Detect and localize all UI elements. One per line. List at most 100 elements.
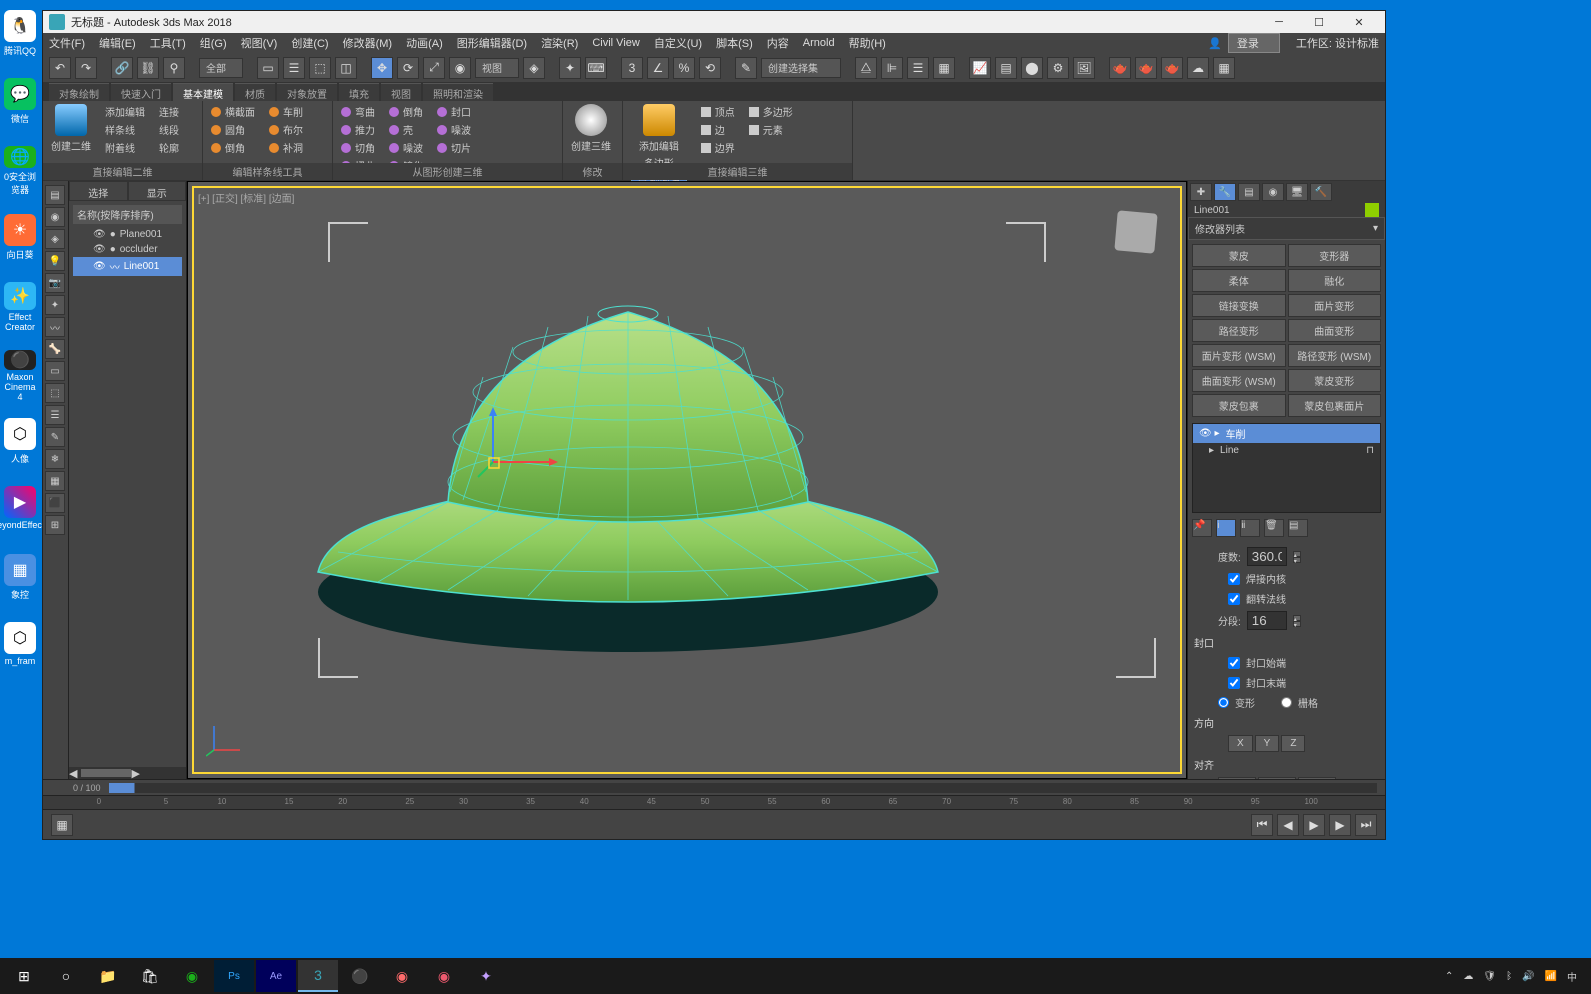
- ribbon-item[interactable]: 元素: [749, 122, 793, 137]
- task-photoshop[interactable]: Ps: [214, 960, 254, 992]
- menu-tools[interactable]: 工具(T): [150, 35, 186, 51]
- spinner-snap-button[interactable]: ⟲: [699, 57, 721, 79]
- ribbon-item[interactable]: 倒角: [389, 104, 423, 119]
- object-color[interactable]: [1365, 203, 1379, 217]
- pin-stack-button[interactable]: 📌: [1192, 519, 1212, 537]
- se-btn-1[interactable]: ▤: [45, 185, 65, 205]
- mod-btn[interactable]: 融化: [1288, 269, 1382, 292]
- tray-cloud-icon[interactable]: ☁: [1463, 971, 1473, 982]
- layers-button[interactable]: ☰: [907, 57, 929, 79]
- scene-header[interactable]: 名称(按降序排序): [73, 205, 182, 224]
- select-button[interactable]: ▭: [257, 57, 279, 79]
- dir-y-button[interactable]: Y: [1255, 735, 1280, 752]
- seg-spinner[interactable]: ▴▾: [1293, 615, 1301, 627]
- scene-tab-display[interactable]: 显示: [128, 181, 187, 201]
- tray-volume-icon[interactable]: 🔊: [1522, 971, 1534, 982]
- modifier-list-dropdown[interactable]: 修改器列表▾: [1188, 217, 1385, 240]
- se-btn-13[interactable]: ❄: [45, 449, 65, 469]
- ribbon-item[interactable]: 弯曲: [341, 104, 375, 119]
- tray-shield-icon[interactable]: 🛡: [1483, 971, 1496, 982]
- scene-item[interactable]: 👁●Plane001: [73, 227, 182, 242]
- desktop-icon-wechat[interactable]: 💬微信: [2, 78, 38, 128]
- task-app2[interactable]: ◉: [424, 960, 464, 992]
- selection-set[interactable]: 创建选择集: [761, 58, 841, 78]
- se-btn-8[interactable]: 🦴: [45, 339, 65, 359]
- schematic-button[interactable]: ▤: [995, 57, 1017, 79]
- mod-btn[interactable]: 路径变形 (WSM): [1288, 344, 1382, 367]
- link-button[interactable]: 🔗: [111, 57, 133, 79]
- task-c4d[interactable]: ⚫: [340, 960, 380, 992]
- task-aftereffects[interactable]: Ae: [256, 960, 296, 992]
- move-gizmo[interactable]: [473, 402, 573, 502]
- dir-x-button[interactable]: X: [1228, 735, 1253, 752]
- workspace-label[interactable]: 工作区: 设计标准: [1296, 35, 1379, 51]
- viewport[interactable]: [+] [正交] [标准] [边面]: [187, 181, 1187, 779]
- create-panel-tab[interactable]: ✚: [1190, 183, 1212, 201]
- ribbon-tab-6[interactable]: 视图: [381, 83, 421, 101]
- cap-end-checkbox[interactable]: [1228, 677, 1240, 689]
- desktop-icon-c4d[interactable]: ⚫Maxon Cinema 4: [2, 350, 38, 400]
- bind-button[interactable]: ⚲: [163, 57, 185, 79]
- se-btn-9[interactable]: ▭: [45, 361, 65, 381]
- render-button[interactable]: 🫖: [1109, 57, 1131, 79]
- ribbon-item[interactable]: 布尔: [269, 122, 303, 137]
- time-ruler[interactable]: 05 1015 2025 3035 4045 5055 6065 7075 80…: [43, 795, 1385, 809]
- weld-checkbox[interactable]: [1228, 573, 1240, 585]
- se-btn-11[interactable]: ☰: [45, 405, 65, 425]
- menu-render[interactable]: 渲染(R): [541, 35, 578, 51]
- menu-help[interactable]: 帮助(H): [849, 35, 886, 51]
- manipulate-button[interactable]: ✦: [559, 57, 581, 79]
- minimize-button[interactable]: ─: [1259, 11, 1299, 33]
- ribbon-tab-1[interactable]: 快速入门: [111, 83, 171, 101]
- se-btn-2[interactable]: ◉: [45, 207, 65, 227]
- ribbon-item[interactable]: 噪波: [389, 140, 423, 155]
- scene-tab-select[interactable]: 选择: [69, 181, 128, 201]
- prev-frame-button[interactable]: ◀: [1277, 814, 1299, 836]
- menu-create[interactable]: 创建(C): [291, 35, 328, 51]
- task-app3[interactable]: ✦: [466, 960, 506, 992]
- viewport-label[interactable]: [+] [正交] [标准] [边面]: [198, 190, 294, 205]
- menu-group[interactable]: 组(G): [200, 35, 227, 51]
- undo-button[interactable]: ↶: [49, 57, 71, 79]
- degree-spinner[interactable]: ▴▾: [1293, 551, 1301, 563]
- goto-end-button[interactable]: ⏭: [1355, 814, 1377, 836]
- ribbon-item[interactable]: 横截面: [211, 104, 255, 119]
- snap-button[interactable]: 3: [621, 57, 643, 79]
- render-iter-button[interactable]: 🫖: [1161, 57, 1183, 79]
- se-btn-14[interactable]: ▦: [45, 471, 65, 491]
- desktop-icon-sunflower[interactable]: ☀向日葵: [2, 214, 38, 264]
- tray-up-icon[interactable]: ⌃: [1445, 971, 1453, 982]
- render-frame-button[interactable]: 🖼: [1073, 57, 1095, 79]
- se-btn-3[interactable]: ◈: [45, 229, 65, 249]
- ribbon-tab-2[interactable]: 基本建模: [173, 83, 233, 101]
- utilities-panel-tab[interactable]: 🔨: [1310, 183, 1332, 201]
- place-button[interactable]: ◉: [449, 57, 471, 79]
- goto-start-button[interactable]: ⏮: [1251, 814, 1273, 836]
- menu-edit[interactable]: 编辑(E): [99, 35, 136, 51]
- selection-filter[interactable]: 全部: [199, 58, 243, 78]
- desktop-icon-beyond[interactable]: ▶BeyondEffects: [2, 486, 38, 536]
- scale-button[interactable]: ⤢: [423, 57, 445, 79]
- ribbon-item[interactable]: 切角: [341, 140, 375, 155]
- dir-z-button[interactable]: Z: [1281, 735, 1305, 752]
- add-edit-poly-button[interactable]: 添加编辑多边形: [631, 104, 687, 170]
- maximize-button[interactable]: ☐: [1299, 11, 1339, 33]
- viewcube[interactable]: [1114, 210, 1157, 253]
- task-app1[interactable]: ◉: [382, 960, 422, 992]
- ribbon-item[interactable]: 边: [701, 122, 735, 137]
- desktop-icon-mfram[interactable]: ⬡m_fram: [2, 622, 38, 672]
- stack-item-lathe[interactable]: 👁 ▸车削: [1193, 424, 1380, 443]
- ribbon-item[interactable]: 边界: [701, 140, 735, 155]
- ribbon-item[interactable]: 壳: [389, 122, 423, 137]
- selection-set-edit[interactable]: ✎: [735, 57, 757, 79]
- menu-graph[interactable]: 图形编辑器(D): [457, 35, 527, 51]
- ref-coord[interactable]: 视图: [475, 58, 519, 78]
- ribbon-tab-0[interactable]: 对象绘制: [49, 83, 109, 101]
- ribbon-item[interactable]: 添加编辑: [105, 104, 145, 119]
- mod-btn[interactable]: 蒙皮包裹: [1192, 394, 1286, 417]
- tray-wifi-icon[interactable]: 📶: [1545, 971, 1557, 982]
- ribbon-tab-4[interactable]: 对象放置: [277, 83, 337, 101]
- display-panel-tab[interactable]: 🖥: [1286, 183, 1308, 201]
- menu-arnold[interactable]: Arnold: [803, 37, 835, 49]
- pivot-button[interactable]: ◈: [523, 57, 545, 79]
